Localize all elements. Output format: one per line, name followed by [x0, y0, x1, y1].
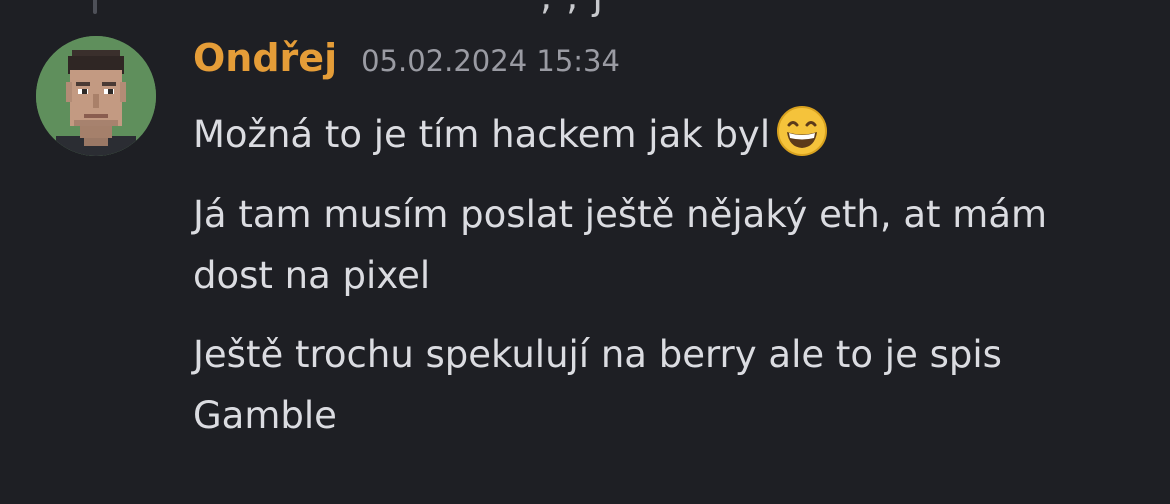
- message-3-line-1: Ještě trochu spekulují na berry ale to j…: [193, 333, 1002, 376]
- message-3[interactable]: Ještě trochu spekulují na berry ale to j…: [193, 324, 1143, 446]
- message-timestamp: 05.02.2024 15:34: [361, 44, 620, 78]
- avatar[interactable]: [36, 36, 156, 156]
- message-2[interactable]: Já tam musím poslat ještě nějaký eth, at…: [193, 184, 1143, 306]
- previous-message-fragment: , , j: [540, 0, 604, 18]
- chat-view: , , j: [0, 0, 1170, 504]
- author-name[interactable]: Ondřej: [193, 36, 337, 80]
- message-2-line-1: Já tam musím poslat ještě nějaký eth, at…: [193, 193, 1048, 236]
- message-3-line-2: Gamble: [193, 394, 337, 437]
- message-1-text: Možná to je tím hackem jak byl: [193, 113, 771, 156]
- message-2-line-2: dost na pixel: [193, 254, 431, 297]
- pixel-face-icon: [36, 36, 156, 156]
- message-1[interactable]: Možná to je tím hackem jak byl: [193, 104, 1143, 175]
- grinning-face-icon: [776, 105, 828, 175]
- message-header: Ondřej 05.02.2024 15:34: [193, 36, 620, 80]
- reply-thread-line: [93, 0, 97, 14]
